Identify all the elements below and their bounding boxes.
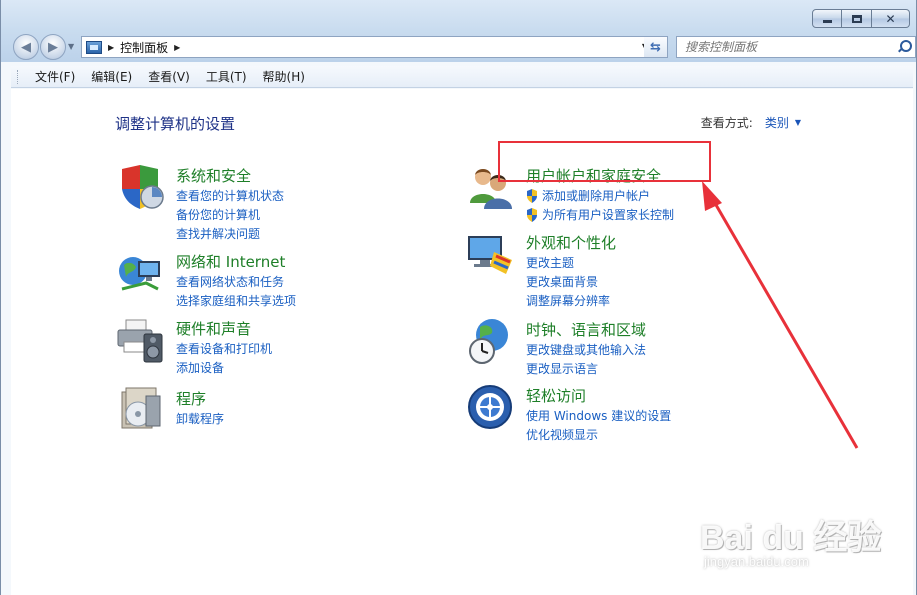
link-optimize-display[interactable]: 优化视频显示	[526, 425, 671, 444]
close-button[interactable]: ✕	[872, 9, 910, 28]
category-title[interactable]: 网络和 Internet	[176, 251, 285, 272]
link-backup-computer[interactable]: 备份您的计算机	[176, 205, 284, 224]
appearance-icon[interactable]	[466, 230, 514, 278]
menu-view[interactable]: 查看(V)	[140, 66, 198, 87]
category-title[interactable]: 硬件和声音	[176, 318, 251, 339]
minimize-icon	[822, 20, 832, 23]
category-links: 查看您的计算机状态 备份您的计算机 查找并解决问题	[176, 186, 284, 243]
link-devices-printers[interactable]: 查看设备和打印机	[176, 339, 272, 358]
breadcrumb-chevron-icon[interactable]: ▶	[174, 43, 180, 52]
category-links: 卸载程序	[176, 409, 224, 428]
maximize-button[interactable]	[842, 9, 872, 28]
explorer-window: ✕ ◀ ▶ ▼ ▶ 控制面板 ▶ ▼ ⇆ 文件(F) 编辑(E) 查看(V) 工…	[0, 0, 917, 595]
category-title[interactable]: 用户帐户和家庭安全	[526, 165, 661, 186]
menu-grip	[17, 69, 19, 84]
close-icon: ✕	[885, 11, 896, 26]
refresh-icon: ⇆	[650, 39, 661, 55]
link-change-background[interactable]: 更改桌面背景	[526, 272, 610, 291]
page-title: 调整计算机的设置	[115, 115, 236, 133]
link-parental-controls[interactable]: 为所有用户设置家长控制	[526, 205, 674, 224]
back-arrow-icon: ◀	[21, 39, 31, 55]
menu-bar: 文件(F) 编辑(E) 查看(V) 工具(T) 帮助(H)	[11, 66, 913, 88]
programs-icon[interactable]	[116, 386, 164, 434]
category-links: 查看网络状态和任务 选择家庭组和共享选项	[176, 272, 296, 310]
link-uninstall-program[interactable]: 卸载程序	[176, 409, 224, 428]
link-homegroup-sharing[interactable]: 选择家庭组和共享选项	[176, 291, 296, 310]
window-controls: ✕	[812, 9, 910, 28]
menu-help[interactable]: 帮助(H)	[255, 66, 313, 87]
search-input[interactable]	[685, 40, 885, 54]
forward-arrow-icon: ▶	[48, 39, 58, 55]
link-change-theme[interactable]: 更改主题	[526, 253, 610, 272]
link-add-device[interactable]: 添加设备	[176, 358, 272, 377]
view-by-dropdown[interactable]: 类别	[765, 114, 789, 131]
system-security-icon[interactable]	[116, 163, 164, 211]
view-by-chevron-down-icon[interactable]: ▼	[795, 118, 801, 127]
category-links: 查看设备和打印机 添加设备	[176, 339, 272, 377]
content-pane: 调整计算机的设置 查看方式: 类别 ▼ 系统和安全 查看您的计算机状态 备份您的…	[11, 89, 913, 595]
uac-shield-icon	[527, 207, 537, 222]
clock-language-icon[interactable]	[466, 317, 514, 365]
breadcrumb-control-panel[interactable]: 控制面板	[120, 39, 168, 56]
uac-shield-icon	[527, 188, 537, 203]
control-panel-icon	[86, 40, 102, 54]
forward-button[interactable]: ▶	[40, 34, 66, 60]
link-label: 添加或删除用户帐户	[542, 189, 651, 203]
breadcrumb-chevron-icon[interactable]: ▶	[108, 43, 114, 52]
search-icon[interactable]	[897, 40, 912, 54]
link-change-input-method[interactable]: 更改键盘或其他输入法	[526, 340, 646, 359]
category-links: 使用 Windows 建议的设置 优化视频显示	[526, 406, 671, 444]
category-title[interactable]: 轻松访问	[526, 385, 586, 406]
navigation-bar: ◀ ▶ ▼ ▶ 控制面板 ▶ ▼ ⇆	[11, 34, 916, 60]
link-view-computer-status[interactable]: 查看您的计算机状态	[176, 186, 284, 205]
search-box[interactable]	[676, 36, 916, 58]
view-by: 查看方式: 类别 ▼	[701, 114, 801, 131]
category-title[interactable]: 程序	[176, 388, 206, 409]
link-recommended-settings[interactable]: 使用 Windows 建议的设置	[526, 406, 671, 425]
refresh-button[interactable]: ⇆	[644, 36, 668, 58]
view-by-label: 查看方式:	[700, 116, 753, 130]
network-icon[interactable]	[116, 249, 164, 297]
minimize-button[interactable]	[812, 9, 842, 28]
maximize-icon	[851, 14, 862, 23]
link-label: 为所有用户设置家长控制	[542, 208, 675, 222]
menu-edit[interactable]: 编辑(E)	[83, 66, 140, 87]
category-title[interactable]: 时钟、语言和区域	[526, 319, 646, 340]
menu-tools[interactable]: 工具(T)	[198, 66, 255, 87]
link-add-remove-accounts[interactable]: 添加或删除用户帐户	[526, 186, 674, 205]
link-change-display-language[interactable]: 更改显示语言	[526, 359, 646, 378]
link-troubleshoot[interactable]: 查找并解决问题	[176, 224, 284, 243]
ease-of-access-icon[interactable]	[466, 383, 514, 431]
category-title[interactable]: 外观和个性化	[526, 232, 616, 253]
hardware-sound-icon[interactable]	[116, 316, 164, 364]
category-links: 添加或删除用户帐户 为所有用户设置家长控制	[526, 186, 674, 224]
address-bar[interactable]: ▶ 控制面板 ▶ ▼	[81, 36, 653, 58]
link-screen-resolution[interactable]: 调整屏幕分辨率	[526, 291, 610, 310]
category-title[interactable]: 系统和安全	[176, 165, 251, 186]
link-network-status[interactable]: 查看网络状态和任务	[176, 272, 296, 291]
recent-pages-chevron-icon[interactable]: ▼	[68, 42, 74, 51]
back-button[interactable]: ◀	[13, 34, 39, 60]
category-links: 更改键盘或其他输入法 更改显示语言	[526, 340, 646, 378]
category-links: 更改主题 更改桌面背景 调整屏幕分辨率	[526, 253, 610, 310]
menu-file[interactable]: 文件(F)	[27, 66, 83, 87]
user-accounts-icon[interactable]	[466, 163, 514, 211]
